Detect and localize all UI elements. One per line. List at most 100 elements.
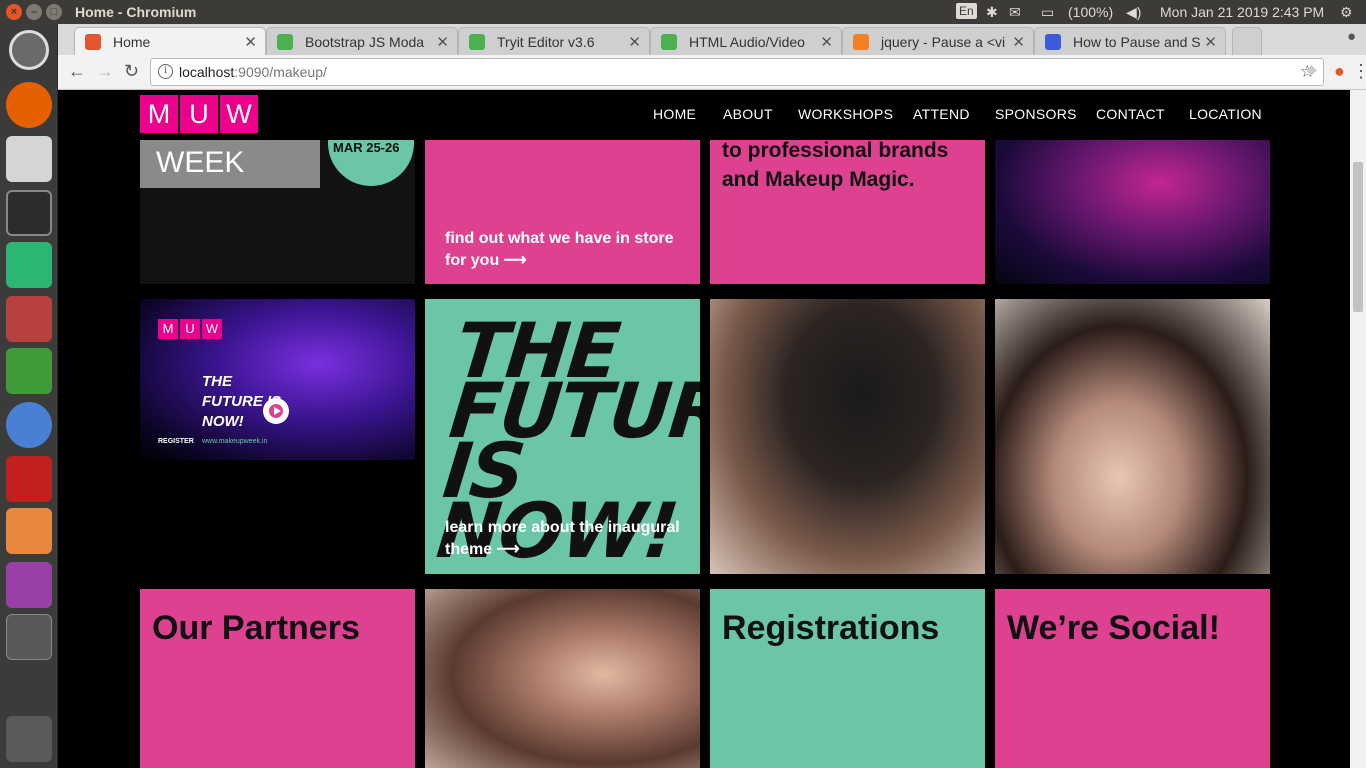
partners-heading: Our Partners bbox=[152, 609, 360, 647]
tab-html-audio-video[interactable]: HTML Audio/Video ✕ bbox=[650, 27, 842, 55]
file-archive-icon[interactable] bbox=[6, 296, 52, 342]
tab-favicon-icon bbox=[469, 34, 485, 50]
tab-label: Tryit Editor v3.6 bbox=[497, 34, 595, 50]
tab-favicon-icon bbox=[1045, 34, 1061, 50]
page-scrollbar[interactable] bbox=[1350, 90, 1366, 768]
tab-how-to-pause[interactable]: How to Pause and S ✕ bbox=[1034, 27, 1226, 55]
menu-kebab-icon[interactable]: ⋮ bbox=[1352, 61, 1366, 82]
tab-favicon-icon bbox=[661, 34, 677, 50]
video-logo-letter: M bbox=[158, 319, 178, 339]
terminal-icon[interactable] bbox=[6, 190, 52, 236]
atom-editor-icon[interactable] bbox=[6, 242, 52, 288]
tab-label: jquery - Pause a <vi bbox=[881, 34, 1006, 50]
logo-letter[interactable]: M bbox=[140, 95, 178, 133]
partners-tile[interactable]: Our Partners bbox=[140, 589, 415, 768]
trash-icon[interactable] bbox=[6, 716, 52, 762]
makeup-week-banner-tile[interactable]: WEEK MAR 25-26 bbox=[140, 140, 415, 284]
power-gear-icon[interactable]: ⚙ bbox=[1340, 4, 1353, 21]
clock[interactable]: Mon Jan 21 2019 2:43 PM bbox=[1160, 4, 1324, 20]
tab-label: Bootstrap JS Moda bbox=[305, 34, 425, 50]
close-tab-icon[interactable]: ✕ bbox=[820, 33, 833, 51]
launcher-sidebar bbox=[0, 24, 58, 768]
maximize-window-icon[interactable]: □ bbox=[46, 4, 62, 20]
reload-icon[interactable]: ↻ bbox=[124, 61, 139, 82]
makeup-application-photo-tile[interactable] bbox=[425, 589, 700, 768]
close-tab-icon[interactable]: ✕ bbox=[244, 33, 257, 51]
nav-about[interactable]: ABOUT bbox=[723, 106, 773, 122]
makeup-artist-photo-tile[interactable] bbox=[710, 299, 985, 574]
nav-contact[interactable]: CONTACT bbox=[1096, 106, 1165, 122]
video-register-label: REGISTER bbox=[158, 438, 194, 445]
registrations-tile[interactable]: Registrations bbox=[710, 589, 985, 768]
bluetooth-icon[interactable]: ✱ bbox=[986, 4, 998, 21]
hairstyle-photo-tile[interactable] bbox=[995, 299, 1270, 574]
battery-icon[interactable]: ▭ bbox=[1041, 4, 1054, 21]
browser-chrome: Home ✕ Bootstrap JS Moda ✕ Tryit Editor … bbox=[58, 24, 1366, 90]
tab-favicon-icon bbox=[853, 34, 869, 50]
makeup-week-text: WEEK bbox=[156, 146, 245, 179]
social-heading: We’re Social! bbox=[1007, 609, 1220, 647]
close-window-icon[interactable]: × bbox=[6, 4, 22, 20]
video-logo-letter: U bbox=[180, 319, 200, 339]
text-editor-icon[interactable] bbox=[6, 136, 52, 182]
glitter-photo-tile[interactable] bbox=[995, 140, 1270, 284]
nav-workshops[interactable]: WORKSHOPS bbox=[798, 106, 893, 122]
video-logo-letter: W bbox=[202, 319, 222, 339]
tab-bootstrap[interactable]: Bootstrap JS Moda ✕ bbox=[266, 27, 458, 55]
mail-icon[interactable]: ✉ bbox=[1009, 4, 1021, 21]
tab-label: Home bbox=[113, 34, 151, 50]
nav-sponsors[interactable]: SPONSORS bbox=[995, 106, 1077, 122]
play-button-icon[interactable] bbox=[263, 398, 289, 424]
video-url: www.makeupweek.in bbox=[202, 438, 268, 445]
firefox-icon[interactable] bbox=[6, 82, 52, 128]
nav-location[interactable]: LOCATION bbox=[1189, 106, 1262, 122]
site-navbar: M U W HOME ABOUT WORKSHOPS ATTEND SPONSO… bbox=[58, 90, 1350, 140]
tab-tryit[interactable]: Tryit Editor v3.6 ✕ bbox=[458, 27, 650, 55]
future-link[interactable]: learn more about the inaugural theme ⟶ bbox=[445, 517, 690, 561]
promo-video-tile[interactable]: M U W THE FUTURE IS NOW! REGISTER www.ma… bbox=[140, 299, 415, 460]
logo-letter[interactable]: W bbox=[220, 95, 258, 133]
filezilla-icon[interactable] bbox=[6, 456, 52, 502]
close-tab-icon[interactable]: ✕ bbox=[628, 33, 641, 51]
site-info-icon[interactable]: i bbox=[158, 64, 173, 79]
chromium-icon[interactable] bbox=[6, 402, 52, 448]
logo-letter[interactable]: U bbox=[180, 95, 218, 133]
tab-jquery[interactable]: jquery - Pause a <vi ✕ bbox=[842, 27, 1034, 55]
store-link[interactable]: find out what we have in store for you ⟶ bbox=[445, 228, 690, 272]
tab-favicon-icon bbox=[85, 34, 101, 50]
store-tile[interactable]: find out what we have in store for you ⟶ bbox=[425, 140, 700, 284]
social-tile[interactable]: We’re Social! bbox=[995, 589, 1270, 768]
nav-attend[interactable]: ATTEND bbox=[913, 106, 970, 122]
page-viewport: M U W HOME ABOUT WORKSHOPS ATTEND SPONSO… bbox=[58, 90, 1350, 768]
date-badge: MAR 25-26 bbox=[333, 140, 400, 155]
software-center-icon[interactable] bbox=[6, 508, 52, 554]
browser-toolbar: ← → ↻ i localhost:9090/makeup/ ☆ ● ◆ ⋮ bbox=[58, 55, 1366, 90]
keyboard-layout-indicator[interactable]: En bbox=[956, 3, 977, 19]
close-tab-icon[interactable]: ✕ bbox=[1204, 33, 1217, 51]
nav-home[interactable]: HOME bbox=[653, 106, 696, 122]
url-host: localhost bbox=[179, 64, 235, 80]
extension-icon[interactable]: ● bbox=[1334, 61, 1345, 82]
workspace-switcher-icon[interactable] bbox=[6, 614, 52, 660]
app-window-icon[interactable] bbox=[6, 562, 52, 608]
tab-home[interactable]: Home ✕ bbox=[74, 27, 266, 55]
volume-icon[interactable]: ◀) bbox=[1126, 4, 1141, 21]
profile-icon[interactable]: ● bbox=[1347, 28, 1356, 45]
window-title: Home - Chromium bbox=[75, 4, 197, 20]
ubuntu-dash-icon[interactable] bbox=[9, 30, 49, 70]
close-tab-icon[interactable]: ✕ bbox=[436, 33, 449, 51]
forward-arrow-icon[interactable]: → bbox=[96, 61, 114, 82]
extension-icon[interactable]: ◆ bbox=[1306, 61, 1317, 78]
address-bar[interactable]: i localhost:9090/makeup/ ☆ bbox=[150, 58, 1324, 86]
scrollbar-thumb[interactable] bbox=[1353, 162, 1363, 312]
minimize-window-icon[interactable]: – bbox=[26, 4, 42, 20]
battery-percent[interactable]: (100%) bbox=[1068, 4, 1113, 20]
back-arrow-icon[interactable]: ← bbox=[68, 61, 86, 82]
future-theme-tile[interactable]: THE FUTURE IS NOW! learn more about the … bbox=[425, 299, 700, 574]
spreadsheet-icon[interactable] bbox=[6, 348, 52, 394]
tab-label: HTML Audio/Video bbox=[689, 34, 805, 50]
brands-text: to professional brands and Makeup Magic. bbox=[722, 140, 949, 191]
brands-tile[interactable]: to professional brands and Makeup Magic. bbox=[710, 140, 985, 284]
close-tab-icon[interactable]: ✕ bbox=[1012, 33, 1025, 51]
new-tab-button[interactable] bbox=[1232, 27, 1262, 55]
